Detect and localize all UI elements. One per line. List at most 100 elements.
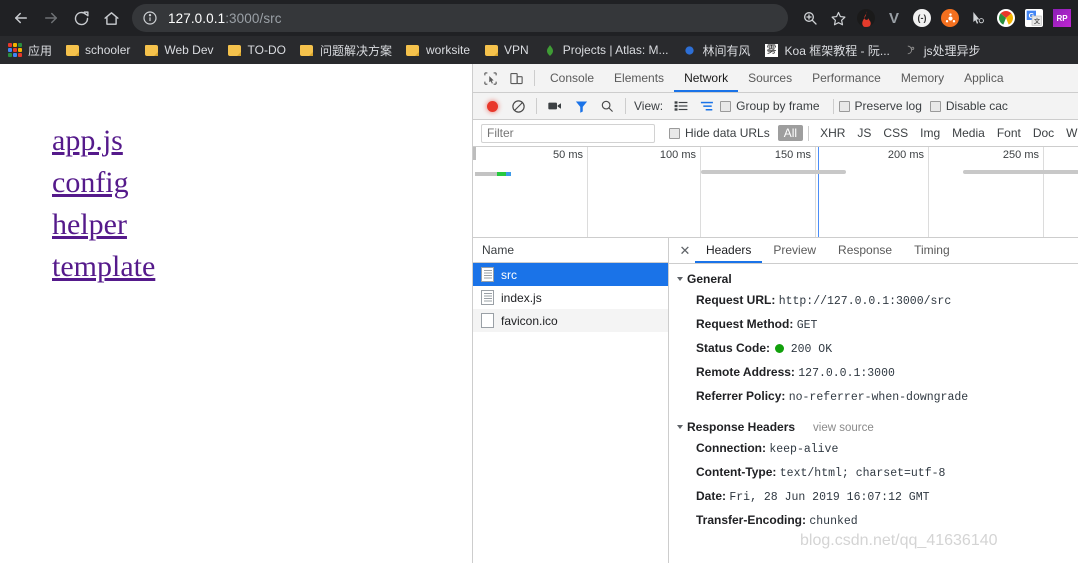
filter-type-css[interactable]: CSS <box>877 125 914 141</box>
filter-input[interactable] <box>481 123 655 143</box>
extension-yandex-icon[interactable] <box>992 4 1020 32</box>
disable-cache-checkbox[interactable]: Disable cac <box>929 99 1008 113</box>
detail-tab-timing[interactable]: Timing <box>903 238 961 263</box>
bookmark-item[interactable]: worksite <box>399 39 477 61</box>
bookmark-label: 问题解决方案 <box>319 43 392 58</box>
request-row-src[interactable]: src <box>473 263 668 286</box>
page-link-app-js[interactable]: app.js <box>52 120 123 162</box>
filter-type-media[interactable]: Media <box>946 125 991 141</box>
tab-performance[interactable]: Performance <box>802 64 891 92</box>
filter-type-xhr[interactable]: XHR <box>814 125 851 141</box>
timeline-tick-label: 150 ms <box>774 149 811 161</box>
list-view-icon[interactable] <box>668 93 694 119</box>
address-bar[interactable]: 127.0.0.1:3000/src <box>132 4 788 32</box>
filter-type-doc[interactable]: Doc <box>1027 125 1060 141</box>
hide-data-urls-label: Hide data URLs <box>685 126 770 140</box>
bookmark-item[interactable]: schooler <box>58 39 137 61</box>
timeline-tick-label: 200 ms <box>887 149 924 161</box>
page-link-config[interactable]: config <box>52 162 129 204</box>
request-row-favicon[interactable]: favicon.ico <box>473 309 668 332</box>
header-value: GET <box>796 319 818 332</box>
extension-bracket-icon[interactable]: (-) <box>908 4 936 32</box>
folder-icon <box>228 43 242 57</box>
header-value: keep-alive <box>769 443 839 456</box>
folder-icon <box>406 43 420 57</box>
bookmark-item[interactable]: 问题解决方案 <box>293 39 399 61</box>
bookmarks-bar: 应用 schooler Web Dev TO-DO 问题解决方案 worksit… <box>0 36 1078 64</box>
device-toolbar-icon[interactable] <box>503 65 529 91</box>
general-section-header[interactable]: General <box>669 272 1078 289</box>
request-row-index-js[interactable]: index.js <box>473 286 668 309</box>
bookmark-item[interactable]: Web Dev <box>137 39 220 61</box>
filter-icon[interactable] <box>568 93 594 119</box>
dom-content-loaded-marker <box>818 147 819 237</box>
home-icon[interactable] <box>96 3 126 33</box>
tab-sources[interactable]: Sources <box>738 64 802 92</box>
waterfall-view-icon[interactable] <box>694 93 720 119</box>
extension-flame-icon[interactable] <box>852 4 880 32</box>
zoom-icon[interactable] <box>796 4 824 32</box>
extension-translate-icon[interactable]: G文 <box>1020 4 1048 32</box>
info-circle-icon[interactable] <box>142 10 158 26</box>
detail-tab-response[interactable]: Response <box>827 238 903 263</box>
network-timeline-overview[interactable]: 50 ms 100 ms 150 ms 200 ms 250 ms <box>473 147 1078 238</box>
capture-screenshots-icon[interactable] <box>542 93 568 119</box>
overview-scroll-indicator[interactable] <box>963 170 1078 174</box>
detail-tab-headers[interactable]: Headers <box>695 238 763 263</box>
extension-orange-icon[interactable] <box>936 4 964 32</box>
timeline-tick-label: 50 ms <box>553 149 583 161</box>
bookmark-item[interactable]: js处理异步 <box>897 39 988 61</box>
overview-scroll-indicator[interactable] <box>701 170 846 174</box>
filter-type-all[interactable]: All <box>777 125 804 141</box>
response-headers-section-header[interactable]: Response Headers view source <box>669 420 1078 437</box>
close-icon[interactable]: ✕ <box>675 240 695 262</box>
header-row-request-method: Request Method: GET <box>669 313 1078 337</box>
clear-icon[interactable] <box>505 93 531 119</box>
tab-application[interactable]: Applica <box>954 64 1013 92</box>
tab-memory[interactable]: Memory <box>891 64 954 92</box>
chevron-down-icon <box>677 277 683 281</box>
header-row-connection: Connection: keep-alive <box>669 437 1078 461</box>
blank-file-icon <box>481 313 494 328</box>
search-icon[interactable] <box>594 93 620 119</box>
folder-icon <box>300 43 314 57</box>
extension-rp-icon[interactable]: RP <box>1048 4 1076 32</box>
view-source-link[interactable]: view source <box>813 422 874 434</box>
bookmark-item[interactable]: 林间有风 <box>676 39 758 61</box>
preserve-log-checkbox[interactable]: Preserve log <box>838 99 922 113</box>
filter-type-js[interactable]: JS <box>851 125 877 141</box>
header-row-transfer-encoding: Transfer-Encoding: chunked <box>669 509 1078 533</box>
bookmark-item[interactable]: VPN <box>477 39 536 61</box>
header-row-content-type: Content-Type: text/html; charset=utf-8 <box>669 461 1078 485</box>
bookmark-item[interactable]: 雾 Koa 框架教程 - 阮... <box>758 39 897 61</box>
extension-cursor-icon[interactable] <box>964 4 992 32</box>
back-arrow-icon[interactable] <box>6 3 36 33</box>
tab-console[interactable]: Console <box>540 64 604 92</box>
extension-vimeo-icon[interactable]: V <box>880 4 908 32</box>
detail-tabbar: ✕ Headers Preview Response Timing <box>669 238 1078 264</box>
bookmark-apps-button[interactable]: 应用 <box>0 42 58 59</box>
record-button-icon[interactable] <box>479 93 505 119</box>
bookmark-star-icon[interactable] <box>824 4 852 32</box>
request-bar-waiting <box>475 172 497 176</box>
timeline-tick-label: 250 ms <box>1002 149 1039 161</box>
tab-elements[interactable]: Elements <box>604 64 674 92</box>
filter-type-img[interactable]: Img <box>914 125 946 141</box>
page-link-template[interactable]: template <box>52 246 155 288</box>
hide-data-urls-checkbox[interactable]: Hide data URLs <box>669 126 770 140</box>
bookmark-item[interactable]: TO-DO <box>221 39 293 61</box>
forward-arrow-icon[interactable] <box>36 3 66 33</box>
network-filter-bar: Hide data URLs All XHR JS CSS Img Media … <box>473 120 1078 147</box>
bookmark-label: Projects | Atlas: M... <box>562 43 669 57</box>
header-value: text/html; charset=utf-8 <box>779 467 946 480</box>
filter-type-ws[interactable]: W <box>1060 125 1078 141</box>
detail-tab-preview[interactable]: Preview <box>762 238 827 263</box>
request-list-column-header[interactable]: Name <box>473 238 668 263</box>
reload-icon[interactable] <box>66 3 96 33</box>
filter-type-font[interactable]: Font <box>991 125 1027 141</box>
group-by-frame-checkbox[interactable]: Group by frame <box>720 99 820 113</box>
inspect-element-icon[interactable] <box>477 65 503 91</box>
page-link-helper[interactable]: helper <box>52 204 127 246</box>
tab-network[interactable]: Network <box>674 64 739 92</box>
bookmark-item[interactable]: Projects | Atlas: M... <box>536 39 676 61</box>
